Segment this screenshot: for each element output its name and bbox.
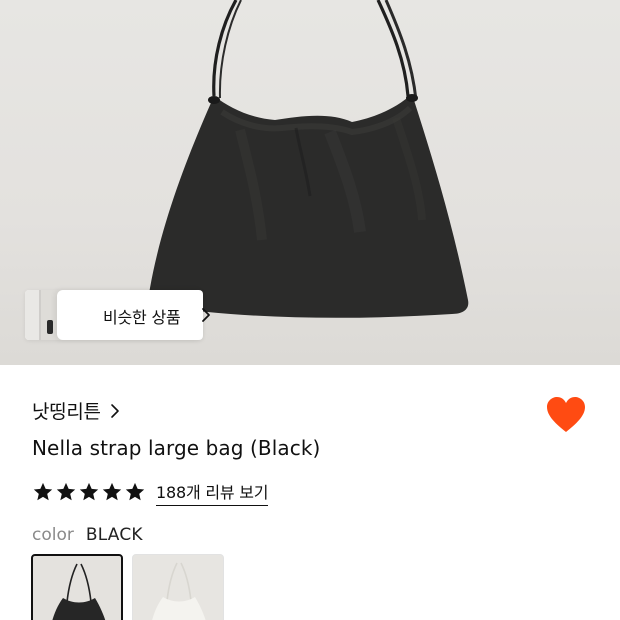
star-icon: [102, 482, 122, 501]
product-hero-image[interactable]: 비슷한 상품: [0, 0, 620, 365]
star-icon: [33, 482, 53, 501]
color-label: color: [32, 525, 74, 545]
swatch-white-image: [152, 562, 206, 620]
rating-stars: [32, 481, 146, 503]
color-selector-label: color BLACK: [32, 525, 143, 545]
color-swatch-white[interactable]: [132, 554, 224, 620]
heart-icon[interactable]: [546, 396, 586, 434]
swatch-black-image: [52, 563, 106, 620]
chevron-right-icon: [202, 308, 210, 322]
color-swatch-black[interactable]: [31, 554, 123, 620]
star-icon: [79, 482, 99, 501]
brand-name: 낫띵리튼: [32, 401, 101, 423]
reviews-link[interactable]: 188개 리뷰 보기: [156, 479, 269, 506]
similar-products-label: 비슷한 상품: [103, 308, 181, 327]
chevron-right-icon: [110, 403, 119, 418]
similar-products-button[interactable]: 비슷한 상품: [25, 290, 210, 340]
color-value: BLACK: [85, 525, 143, 545]
star-icon: [125, 482, 145, 501]
star-icon: [56, 482, 76, 501]
rating-row: 188개 리뷰 보기: [32, 479, 269, 506]
product-title: Nella strap large bag (Black): [32, 436, 321, 460]
brand-link[interactable]: 낫띵리튼: [32, 397, 121, 424]
